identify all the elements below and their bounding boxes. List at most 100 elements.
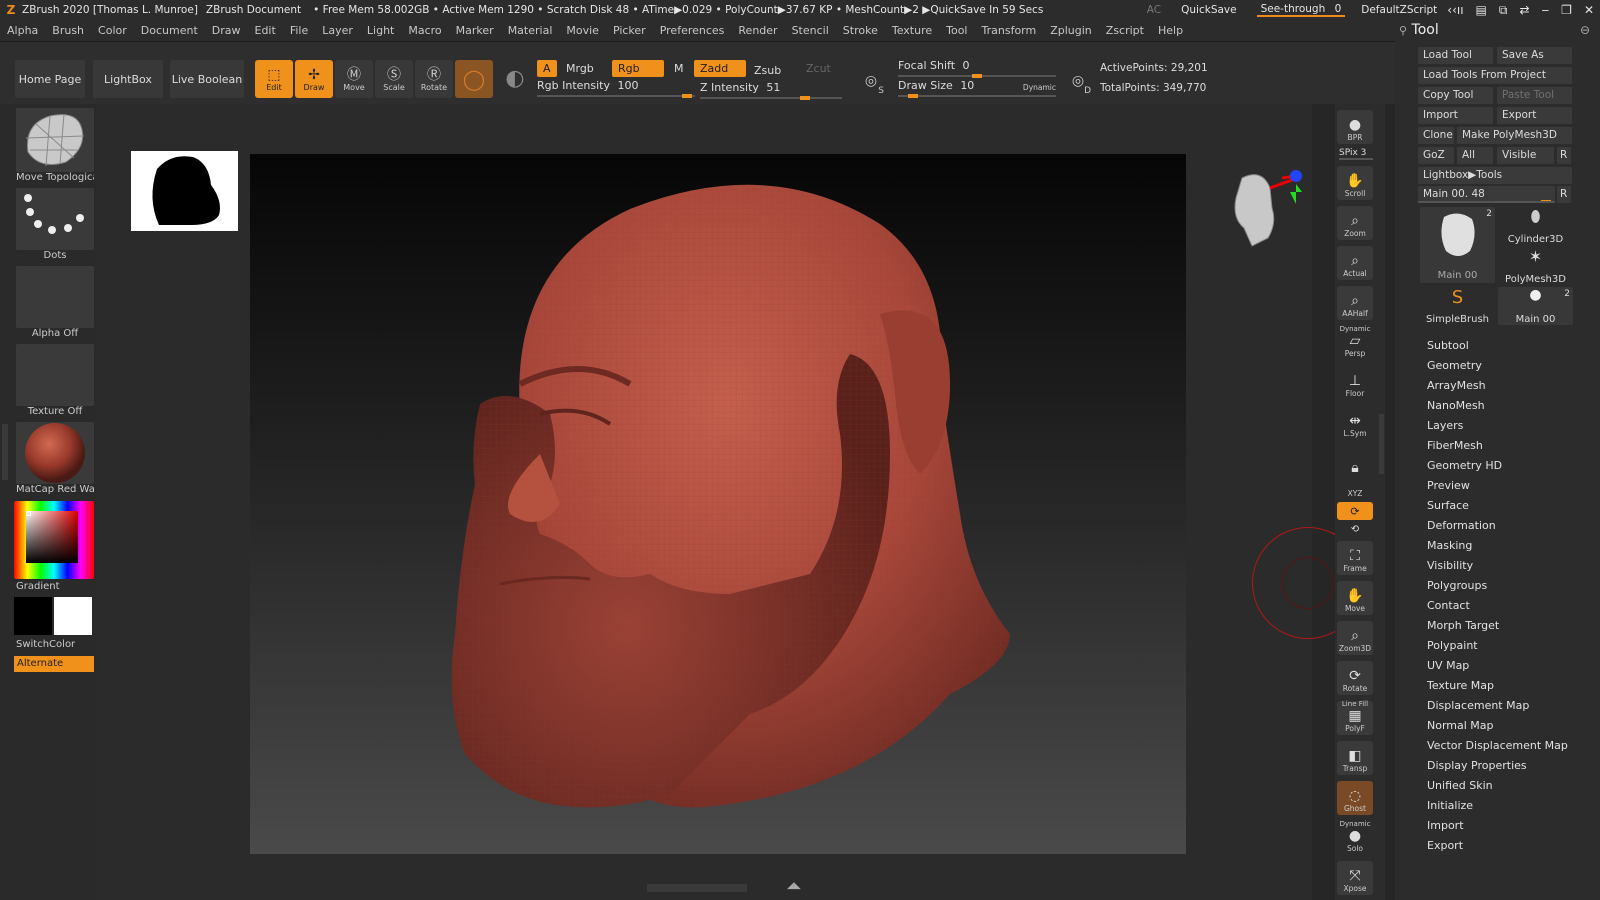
menu-render[interactable]: Render xyxy=(731,24,784,37)
menu-zplugin[interactable]: Zplugin xyxy=(1043,24,1099,37)
menu-color[interactable]: Color xyxy=(91,24,134,37)
frame-button[interactable]: ⛶ Frame xyxy=(1337,541,1373,575)
menu-alpha[interactable]: Alpha xyxy=(0,24,45,37)
menu-tool[interactable]: Tool xyxy=(939,24,974,37)
restore-icon[interactable]: ❐ xyxy=(1561,3,1572,17)
nanomesh-section[interactable]: NanoMesh xyxy=(1427,399,1485,412)
color-sphere-button[interactable]: ◐ xyxy=(496,60,534,98)
polyf-button[interactable]: Line Fill ▦ PolyF xyxy=(1337,700,1373,735)
rgb-intensity-slider[interactable]: Rgb Intensity 100 xyxy=(537,79,695,98)
make-polymesh3d-button[interactable]: Make PolyMesh3D xyxy=(1457,127,1572,144)
surface-section[interactable]: Surface xyxy=(1427,499,1469,512)
color-cursor[interactable] xyxy=(26,511,31,516)
lightbox-button[interactable]: LightBox xyxy=(93,60,163,98)
r-button-2[interactable]: R xyxy=(1557,186,1571,203)
main-tool-slider-knob[interactable] xyxy=(1541,200,1551,201)
solo-button[interactable]: Dynamic ● Solo xyxy=(1337,820,1373,855)
goz-button[interactable]: GoZ xyxy=(1418,147,1454,164)
polypaint-section[interactable]: Polypaint xyxy=(1427,639,1478,652)
transparency-icon[interactable]: ▤ xyxy=(1476,3,1487,17)
simplebrush-thumb[interactable]: S SimpleBrush xyxy=(1420,287,1495,325)
visibility-section[interactable]: Visibility xyxy=(1427,559,1473,572)
menu-light[interactable]: Light xyxy=(360,24,401,37)
draw-size-knob[interactable] xyxy=(908,94,918,98)
stroke-thumbnail[interactable] xyxy=(16,188,94,250)
bpr-button[interactable]: ● BPR xyxy=(1337,110,1373,144)
subtool-section[interactable]: Subtool xyxy=(1427,339,1469,352)
menu-movie[interactable]: Movie xyxy=(559,24,606,37)
dynamic-label[interactable]: Dynamic xyxy=(1023,83,1056,92)
contact-section[interactable]: Contact xyxy=(1427,599,1470,612)
menu-zscript[interactable]: Zscript xyxy=(1099,24,1151,37)
copy-tool-button[interactable]: Copy Tool xyxy=(1418,87,1493,104)
visible-button[interactable]: Visible xyxy=(1497,147,1554,164)
transp-button[interactable]: ◧ Transp xyxy=(1337,741,1373,775)
close-icon[interactable]: ✕ xyxy=(1584,3,1594,17)
mrgb-toggle[interactable]: Mrgb xyxy=(560,60,600,77)
color-picker[interactable] xyxy=(14,501,94,579)
rgb-toggle[interactable]: Rgb xyxy=(612,60,664,77)
alpha-thumbnail[interactable] xyxy=(16,266,94,328)
rotate-view-button[interactable]: ⟳ Rotate xyxy=(1337,661,1373,695)
focal-shift-s-button[interactable]: ◎ S xyxy=(856,66,886,96)
spix-slider[interactable]: SPix 3 xyxy=(1339,148,1373,160)
a-toggle[interactable]: A xyxy=(537,60,557,77)
arraymesh-section[interactable]: ArrayMesh xyxy=(1427,379,1486,392)
geometry-hd-section[interactable]: Geometry HD xyxy=(1427,459,1502,472)
uv-map-section[interactable]: UV Map xyxy=(1427,659,1469,672)
export-button[interactable]: Export xyxy=(1497,107,1572,124)
masking-section[interactable]: Masking xyxy=(1427,539,1472,552)
menu-help[interactable]: Help xyxy=(1151,24,1190,37)
import-section[interactable]: Import xyxy=(1427,819,1464,832)
paste-tool-button[interactable]: Paste Tool xyxy=(1497,87,1572,104)
menu-stroke[interactable]: Stroke xyxy=(836,24,885,37)
quicksave-button[interactable]: QuickSave xyxy=(1181,4,1236,16)
aahalf-button[interactable]: ⌕ AAHalf xyxy=(1337,286,1373,320)
menu-marker[interactable]: Marker xyxy=(449,24,501,37)
unified-skin-section[interactable]: Unified Skin xyxy=(1427,779,1493,792)
menu-layer[interactable]: Layer xyxy=(315,24,360,37)
scale-button[interactable]: Ⓢ Scale xyxy=(375,60,413,98)
home-page-button[interactable]: Home Page xyxy=(15,60,85,98)
lightbox-tools-button[interactable]: Lightbox▶Tools xyxy=(1418,167,1572,184)
alternate-button[interactable]: Alternate xyxy=(14,656,94,672)
menu-preferences[interactable]: Preferences xyxy=(653,24,732,37)
rgb-intensity-knob[interactable] xyxy=(682,94,692,98)
fibermesh-section[interactable]: FiberMesh xyxy=(1427,439,1483,452)
z-intensity-knob[interactable] xyxy=(800,96,810,100)
navigation-gizmo[interactable] xyxy=(1222,168,1302,250)
move-view-button[interactable]: ✋ Move xyxy=(1337,581,1373,615)
texture-thumbnail[interactable] xyxy=(16,344,94,406)
menu-document[interactable]: Document xyxy=(134,24,205,37)
menu-macro[interactable]: Macro xyxy=(401,24,448,37)
swap-icon[interactable]: ⇄ xyxy=(1519,3,1529,17)
ghost-button[interactable]: ◌ Ghost xyxy=(1337,781,1373,815)
display-properties-section[interactable]: Display Properties xyxy=(1427,759,1527,772)
focal-shift-slider[interactable]: Focal Shift 0 xyxy=(898,59,1056,78)
menu-material[interactable]: Material xyxy=(501,24,560,37)
polymesh3d-thumb[interactable]: ✶ PolyMesh3D xyxy=(1498,247,1573,285)
d-button[interactable]: ◎ D xyxy=(1063,66,1093,96)
zoom-button[interactable]: ⌕ Zoom xyxy=(1337,206,1373,240)
export-section[interactable]: Export xyxy=(1427,839,1463,852)
main-tool-thumb-2[interactable]: ● 2 Main 00 xyxy=(1498,287,1573,325)
xpose-button[interactable]: ⤧ Xpose xyxy=(1337,861,1373,895)
see-through-slider[interactable]: See-through 0 xyxy=(1256,3,1346,17)
draw-size-slider[interactable]: Draw Size 10 Dynamic xyxy=(898,79,1056,98)
save-as-button[interactable]: Save As xyxy=(1497,47,1572,64)
main-tool-thumb[interactable]: 2 Main 00 xyxy=(1420,207,1495,283)
cylinder3d-thumb[interactable]: ⬮ Cylinder3D xyxy=(1498,207,1573,245)
zsub-toggle[interactable]: Zsub xyxy=(748,62,787,79)
z-intensity-slider[interactable]: Z Intensity 51 xyxy=(700,81,842,100)
draw-button[interactable]: ✢ Draw xyxy=(295,60,333,98)
floor-button[interactable]: ⊥ Floor xyxy=(1337,366,1373,400)
main-tool-slider[interactable]: Main 00. 48 xyxy=(1418,186,1555,203)
palette-close-icon[interactable]: ⊖ xyxy=(1580,23,1590,37)
default-zscript-button[interactable]: DefaultZScript xyxy=(1361,4,1437,16)
preview-section[interactable]: Preview xyxy=(1427,479,1470,492)
import-button[interactable]: Import xyxy=(1418,107,1493,124)
polygroups-section[interactable]: Polygroups xyxy=(1427,579,1487,592)
rotation-axis-button[interactable]: ⟳ xyxy=(1337,502,1373,520)
right-tray-handle[interactable] xyxy=(1379,414,1384,474)
material-swatch-button[interactable]: ◯ xyxy=(455,60,493,98)
